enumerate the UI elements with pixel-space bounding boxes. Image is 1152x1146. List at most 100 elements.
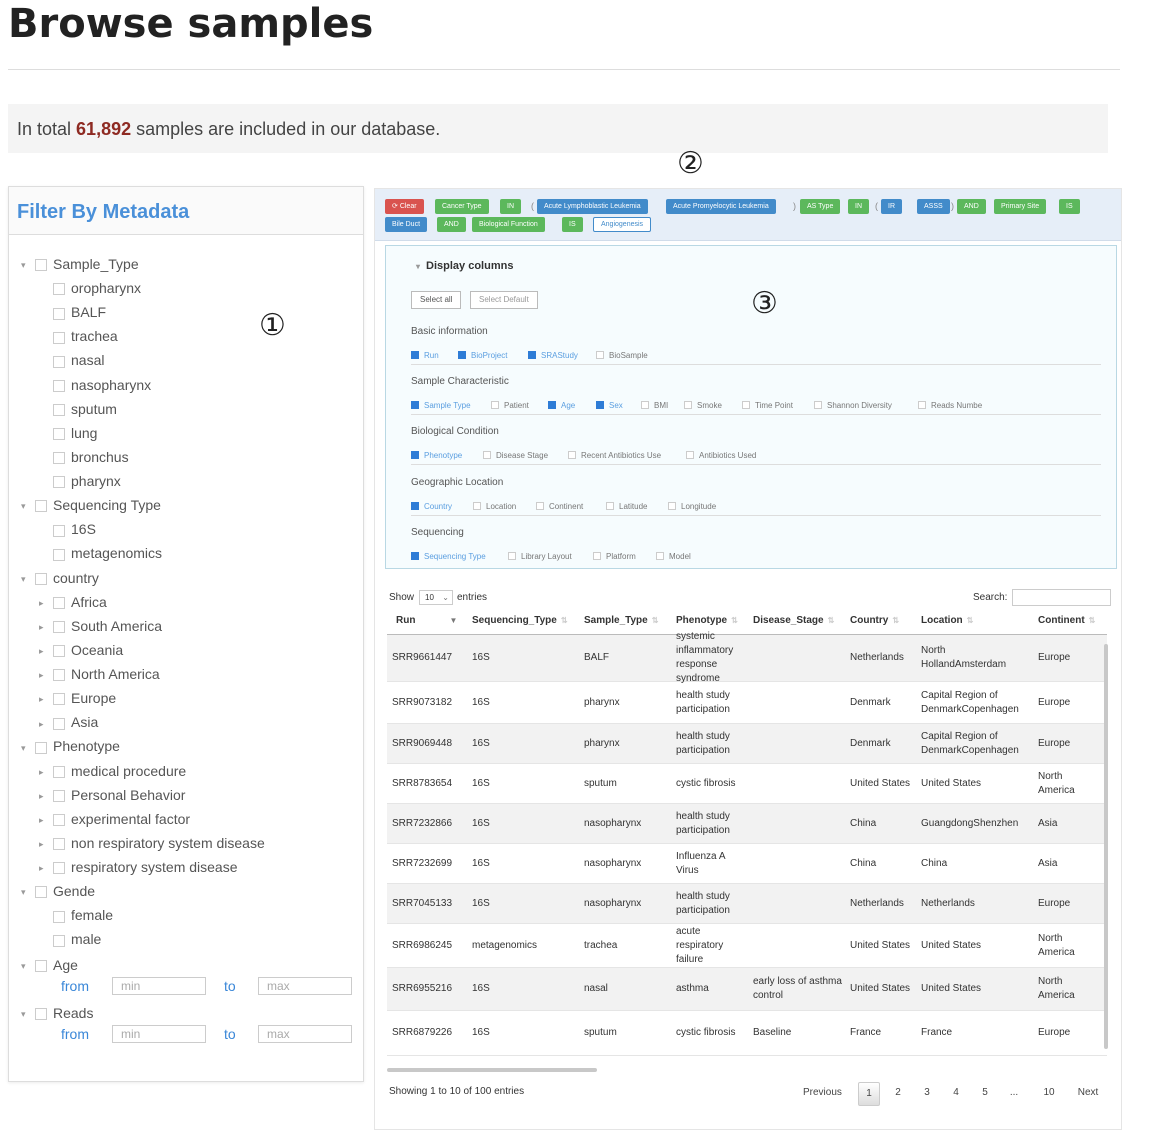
checkbox[interactable] xyxy=(536,501,544,510)
column-option[interactable]: Library Layout xyxy=(508,551,572,563)
checkbox[interactable] xyxy=(411,501,419,510)
filter-node[interactable]: pharynx xyxy=(39,470,121,492)
table-row[interactable]: SRR9661447 16S BALF systemic inflammatory r… xyxy=(387,631,1107,684)
checkbox[interactable] xyxy=(656,551,664,560)
table-row[interactable]: SRR6955216 16S nasal asthma early loss of as… xyxy=(387,968,1107,1011)
column-option[interactable]: Run xyxy=(411,350,439,362)
checkbox[interactable] xyxy=(483,451,491,460)
checkbox[interactable] xyxy=(35,960,47,973)
checkbox[interactable] xyxy=(53,934,65,947)
checkbox[interactable] xyxy=(53,428,65,441)
column-header[interactable]: Country ⇅ xyxy=(850,615,899,626)
query-chip[interactable]: AS Type xyxy=(800,199,841,214)
checkbox[interactable] xyxy=(35,886,47,899)
column-option[interactable]: BioProject xyxy=(458,350,507,362)
column-option[interactable]: Time Point xyxy=(742,400,793,412)
caret-right-icon[interactable]: ▸ xyxy=(39,833,51,855)
column-header[interactable]: Continent ⇅ xyxy=(1038,615,1095,626)
caret-down-icon[interactable]: ▾ xyxy=(21,254,33,276)
filter-node[interactable]: nasal xyxy=(39,349,104,371)
filter-node[interactable]: ▸ experimental factor xyxy=(39,808,190,830)
filter-node[interactable]: trachea xyxy=(39,325,118,347)
checkbox[interactable] xyxy=(593,551,601,560)
column-option[interactable]: Disease Stage xyxy=(483,450,548,462)
checkbox[interactable] xyxy=(686,451,694,460)
filter-node[interactable]: ▸ South America xyxy=(39,615,162,637)
column-option[interactable]: Latitude xyxy=(606,501,647,513)
caret-right-icon[interactable]: ▸ xyxy=(39,688,51,710)
checkbox[interactable] xyxy=(641,401,649,410)
checkbox[interactable] xyxy=(411,351,419,359)
table-row[interactable]: SRR9073182 16S pharynx health study partici… xyxy=(387,682,1107,724)
checkbox[interactable] xyxy=(53,693,65,706)
query-chip[interactable]: ASSS xyxy=(917,199,950,214)
query-chip[interactable]: IR xyxy=(881,199,902,214)
table-row[interactable]: SRR6879226 16S sputum cystic fibrosis Baseli… xyxy=(387,1011,1107,1056)
caret-right-icon[interactable]: ▸ xyxy=(39,664,51,686)
page-button[interactable]: 2 xyxy=(887,1082,909,1104)
column-header[interactable]: Phenotype ⇅ xyxy=(676,615,738,626)
filter-node[interactable]: female xyxy=(39,904,113,926)
column-header[interactable]: Disease_Stage ⇅ xyxy=(753,615,834,626)
sort-icon[interactable]: ⇅ xyxy=(561,616,568,625)
caret-right-icon[interactable]: ▸ xyxy=(39,761,51,783)
column-header[interactable]: Sequencing_Type ⇅ xyxy=(472,615,568,626)
reads-max-input[interactable]: max xyxy=(258,1025,352,1043)
checkbox[interactable] xyxy=(53,283,65,296)
checkbox[interactable] xyxy=(684,401,692,410)
column-option[interactable]: BMI xyxy=(641,400,668,412)
filter-node[interactable]: ▸ Personal Behavior xyxy=(39,784,185,806)
column-option[interactable]: Location xyxy=(473,501,516,513)
filter-node[interactable]: ▸ medical procedure xyxy=(39,760,186,782)
checkbox[interactable] xyxy=(35,572,47,585)
filter-node[interactable]: bronchus xyxy=(39,446,129,468)
filter-node[interactable]: ▸ respiratory system disease xyxy=(39,856,238,878)
filter-node[interactable]: ▾ Phenotype xyxy=(21,735,120,757)
column-option[interactable]: Recent Antibiotics Use xyxy=(568,450,661,462)
column-header[interactable]: Sample_Type ⇅ xyxy=(584,615,658,626)
display-columns-heading[interactable]: ▾ Display columns xyxy=(416,260,513,272)
column-option[interactable]: Sample Type xyxy=(411,400,471,412)
sort-icon[interactable]: ⇅ xyxy=(892,616,899,625)
checkbox[interactable] xyxy=(53,307,65,320)
column-option[interactable]: Continent xyxy=(536,501,583,513)
query-chip[interactable]: IN xyxy=(500,199,521,214)
table-row[interactable]: SRR8783654 16S sputum cystic fibrosis United… xyxy=(387,764,1107,804)
column-option[interactable]: BioSample xyxy=(596,350,648,362)
checkbox[interactable] xyxy=(528,351,536,359)
column-header[interactable]: Run ▼ xyxy=(396,615,457,626)
reads-min-input[interactable]: min xyxy=(112,1025,206,1043)
checkbox[interactable] xyxy=(458,351,466,359)
page-button[interactable]: 3 xyxy=(916,1082,938,1104)
table-row[interactable]: SRR9069448 16S pharynx health study partici… xyxy=(387,724,1107,764)
checkbox[interactable] xyxy=(596,401,604,410)
checkbox[interactable] xyxy=(53,814,65,827)
checkbox[interactable] xyxy=(53,645,65,658)
table-row[interactable]: SRR6986245 metagenomics trachea acute respi… xyxy=(387,924,1107,968)
age-min-input[interactable]: min xyxy=(112,977,206,995)
column-option[interactable]: Phenotype xyxy=(411,450,462,462)
filter-node[interactable]: ▾ Gende xyxy=(21,880,95,902)
query-chip[interactable]: Primary Site xyxy=(994,199,1047,214)
checkbox[interactable] xyxy=(53,476,65,489)
sort-icon[interactable]: ⇅ xyxy=(1089,616,1096,625)
filter-node[interactable]: 16S xyxy=(39,518,96,540)
query-chip[interactable]: Angiogenesis xyxy=(593,217,652,232)
caret-right-icon[interactable]: ▸ xyxy=(39,592,51,614)
checkbox[interactable] xyxy=(411,401,419,410)
query-chip[interactable]: AND xyxy=(957,199,986,214)
checkbox[interactable] xyxy=(53,379,65,392)
checkbox[interactable] xyxy=(53,621,65,634)
caret-right-icon[interactable]: ▸ xyxy=(39,640,51,662)
caret-down-icon[interactable]: ▾ xyxy=(21,737,33,759)
caret-down-icon[interactable]: ▾ xyxy=(21,568,33,590)
column-option[interactable]: Reads Numbe xyxy=(918,400,982,412)
caret-down-icon[interactable]: ▾ xyxy=(21,955,33,977)
caret-right-icon[interactable]: ▸ xyxy=(39,713,51,735)
query-chip[interactable]: Acute Promyelocytic Leukemia xyxy=(666,199,776,214)
sort-icon[interactable]: ⇅ xyxy=(652,616,659,625)
checkbox[interactable] xyxy=(411,551,419,560)
column-option[interactable]: Smoke xyxy=(684,400,722,412)
checkbox[interactable] xyxy=(53,596,65,609)
filter-node[interactable]: male xyxy=(39,928,101,950)
